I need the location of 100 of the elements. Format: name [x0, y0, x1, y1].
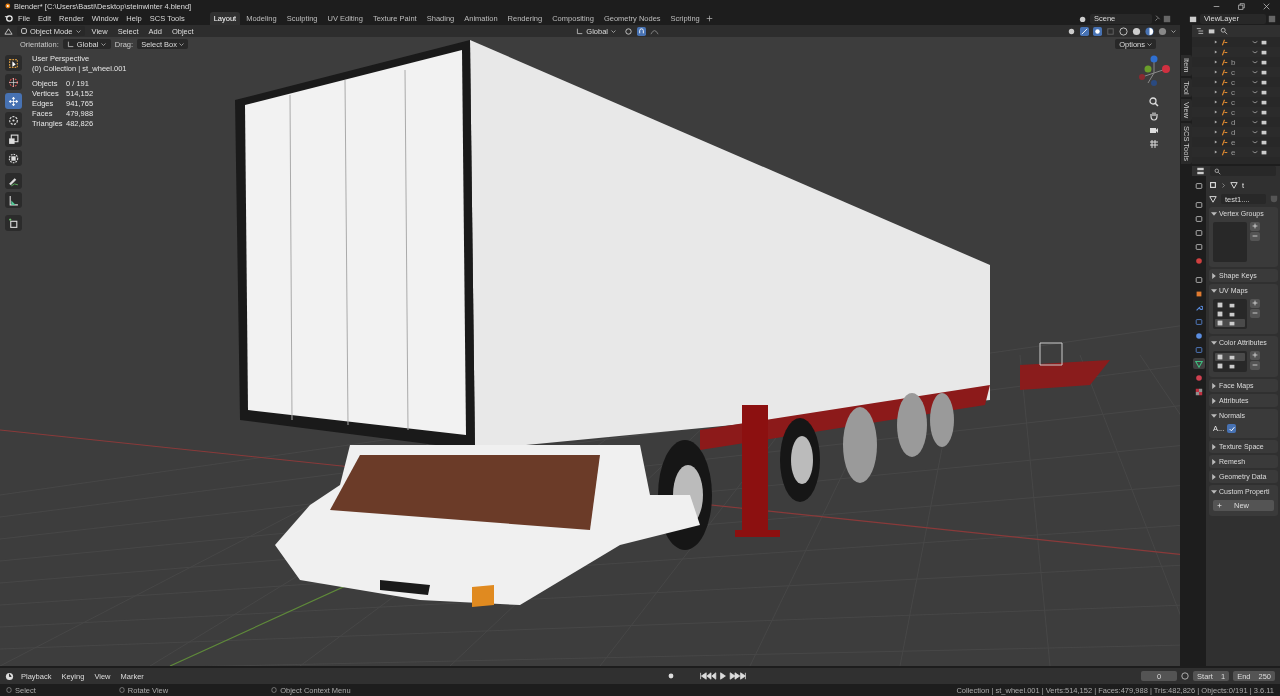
outliner-item[interactable]: c — [1231, 97, 1249, 107]
remove-button[interactable] — [1250, 361, 1260, 370]
bone-icon — [1221, 68, 1228, 76]
list-box[interactable] — [1213, 299, 1247, 329]
bone-icon — [1221, 78, 1228, 86]
caret-icon — [611, 28, 616, 34]
material-shading-icon — [1145, 26, 1154, 36]
checkbox[interactable] — [1227, 424, 1237, 433]
gizmo-icon — [1080, 26, 1089, 36]
camera-icon — [1149, 125, 1159, 135]
chevron-down-icon — [1211, 339, 1217, 346]
chevron-right-icon — [1211, 458, 1217, 465]
bone-icon — [1221, 98, 1228, 106]
minus-icon — [1252, 233, 1258, 239]
list-row[interactable] — [1215, 353, 1245, 361]
bone-icon — [1221, 108, 1228, 116]
outliner-item[interactable]: e — [1231, 147, 1249, 157]
bone-icon — [1221, 48, 1228, 56]
properties-tab[interactable] — [1193, 316, 1205, 327]
properties-tab[interactable] — [1193, 180, 1205, 191]
caret-icon — [179, 41, 184, 47]
chevron-down-icon — [1211, 488, 1217, 495]
minus-icon — [1252, 362, 1258, 368]
properties-tab[interactable] — [1193, 386, 1205, 397]
shield-icon — [1270, 195, 1278, 203]
properties-tab[interactable] — [1193, 255, 1205, 266]
bone-icon — [1221, 38, 1228, 46]
bone-icon — [1221, 88, 1228, 96]
restore-icon — [1237, 2, 1245, 10]
properties-tab[interactable] — [1193, 213, 1205, 224]
tool-button[interactable] — [5, 93, 22, 109]
add-button[interactable] — [1250, 222, 1260, 231]
caret-icon — [101, 41, 107, 47]
outliner-item[interactable]: e — [1231, 137, 1249, 147]
remove-button[interactable] — [1250, 309, 1260, 318]
outliner-item[interactable]: b — [1231, 57, 1249, 67]
ruler-icon — [8, 194, 19, 206]
physics-sphere-icon — [1195, 331, 1203, 340]
chevron-down-icon — [1211, 412, 1217, 419]
add-button[interactable] — [1250, 351, 1260, 360]
axes-icon — [576, 27, 584, 35]
tool-button[interactable] — [5, 215, 22, 231]
properties-tab[interactable] — [1193, 358, 1205, 369]
chevron-right-icon — [1211, 397, 1217, 404]
list-row[interactable] — [1215, 319, 1245, 327]
properties-tab[interactable] — [1193, 344, 1205, 355]
tool-button[interactable] — [5, 55, 22, 71]
properties-tab[interactable] — [1193, 274, 1205, 285]
collection-icon — [1195, 275, 1203, 284]
check-icon — [1228, 425, 1235, 432]
scene-icon — [1079, 14, 1088, 23]
grid-icon — [1149, 139, 1159, 149]
wrench-icon — [1195, 303, 1203, 312]
list-box[interactable] — [1213, 351, 1247, 372]
plus-icon — [1252, 223, 1258, 229]
add-button[interactable] — [1250, 299, 1260, 308]
chevron-right-icon — [1211, 443, 1217, 450]
tool-button[interactable] — [5, 150, 22, 166]
filter-icon — [1208, 27, 1216, 35]
properties-tab[interactable] — [1193, 330, 1205, 341]
tool-button[interactable] — [5, 74, 22, 90]
tool-icon — [1195, 181, 1203, 190]
rotate-icon — [8, 114, 19, 126]
outliner-item[interactable]: d — [1231, 117, 1249, 127]
tool-button[interactable] — [5, 131, 22, 147]
properties-tab[interactable] — [1193, 241, 1205, 252]
minus-icon — [1252, 310, 1258, 316]
caret-icon — [1171, 28, 1176, 34]
search-icon — [1214, 167, 1221, 175]
view-layer-icon — [1195, 228, 1203, 237]
outliner-item[interactable]: c — [1231, 67, 1249, 77]
particles-icon — [1195, 317, 1203, 326]
remove-button[interactable] — [1250, 232, 1260, 241]
outliner-item[interactable]: c — [1231, 87, 1249, 97]
properties-tab[interactable] — [1193, 227, 1205, 238]
transform-icon — [8, 152, 19, 164]
tool-button[interactable] — [5, 112, 22, 128]
outliner-item[interactable]: c — [1231, 77, 1249, 87]
bone-icon — [1221, 118, 1228, 126]
pencil-icon — [8, 175, 19, 187]
tool-button[interactable] — [5, 173, 22, 189]
plus-icon — [1217, 503, 1222, 508]
chevron-right-icon — [1211, 473, 1217, 480]
plus-icon — [705, 15, 713, 22]
bone-icon — [1221, 128, 1228, 136]
search-icon — [1220, 27, 1228, 35]
object-mode-icon — [21, 28, 27, 34]
properties-tab[interactable] — [1193, 199, 1205, 210]
caret-icon — [75, 28, 81, 34]
tool-button[interactable] — [5, 192, 22, 208]
outliner-item[interactable]: d — [1231, 127, 1249, 137]
snap-magnet-icon — [637, 26, 646, 36]
axes-icon — [66, 40, 74, 48]
outliner-item[interactable]: c — [1231, 107, 1249, 117]
properties-tab[interactable] — [1193, 372, 1205, 383]
search-field[interactable] — [1210, 166, 1276, 176]
zoom-icon — [1149, 97, 1159, 107]
chevron-right-icon — [1211, 272, 1217, 279]
pin-icon — [1154, 15, 1161, 22]
plus-icon — [1252, 352, 1258, 358]
